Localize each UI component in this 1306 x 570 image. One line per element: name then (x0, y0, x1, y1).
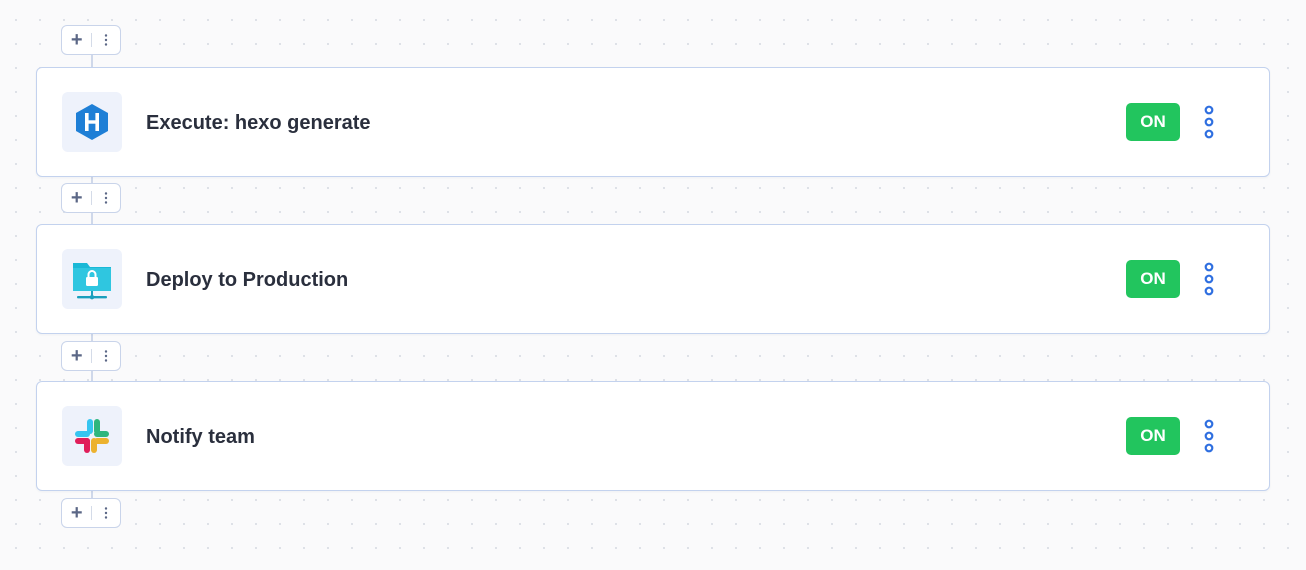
workflow-step-card[interactable]: Deploy to Production ON (36, 224, 1270, 334)
step-enabled-toggle[interactable]: ON (1126, 260, 1180, 298)
vertical-dots-icon (105, 34, 108, 46)
step-icon-container (62, 92, 122, 152)
step-title: Execute: hexo generate (146, 112, 371, 134)
step-title: Notify team (146, 426, 255, 448)
step-options-button[interactable] (92, 499, 120, 527)
vertical-dots-icon (1204, 419, 1214, 453)
add-step-control: + (61, 25, 121, 55)
step-icon-container (62, 249, 122, 309)
connector-line (91, 54, 93, 68)
vertical-dots-icon (105, 507, 108, 519)
step-options-button[interactable] (92, 184, 120, 212)
step-options-button[interactable] (92, 26, 120, 54)
vertical-dots-icon (1204, 105, 1214, 139)
vertical-dots-icon (1204, 262, 1214, 296)
step-title: Deploy to Production (146, 269, 349, 291)
add-step-control: + (61, 183, 121, 213)
step-options-button[interactable] (92, 342, 120, 370)
add-step-button[interactable]: + (62, 26, 91, 54)
add-step-button[interactable]: + (62, 499, 91, 527)
step-enabled-toggle[interactable]: ON (1126, 417, 1180, 455)
step-menu-button[interactable] (1197, 102, 1221, 142)
slack-icon (75, 419, 109, 453)
vertical-dots-icon (105, 192, 108, 204)
step-menu-button[interactable] (1197, 259, 1221, 299)
vertical-dots-icon (105, 350, 108, 362)
add-step-control: + (61, 498, 121, 528)
sftp-server-icon (73, 263, 111, 300)
step-enabled-toggle[interactable]: ON (1126, 103, 1180, 141)
hexo-icon (76, 104, 108, 140)
workflow-step-card[interactable]: Execute: hexo generate ON (36, 67, 1270, 177)
add-step-button[interactable]: + (62, 184, 91, 212)
add-step-control: + (61, 341, 121, 371)
add-step-button[interactable]: + (62, 342, 91, 370)
step-menu-button[interactable] (1197, 416, 1221, 456)
workflow-step-card[interactable]: Notify team ON (36, 381, 1270, 491)
step-icon-container (62, 406, 122, 466)
